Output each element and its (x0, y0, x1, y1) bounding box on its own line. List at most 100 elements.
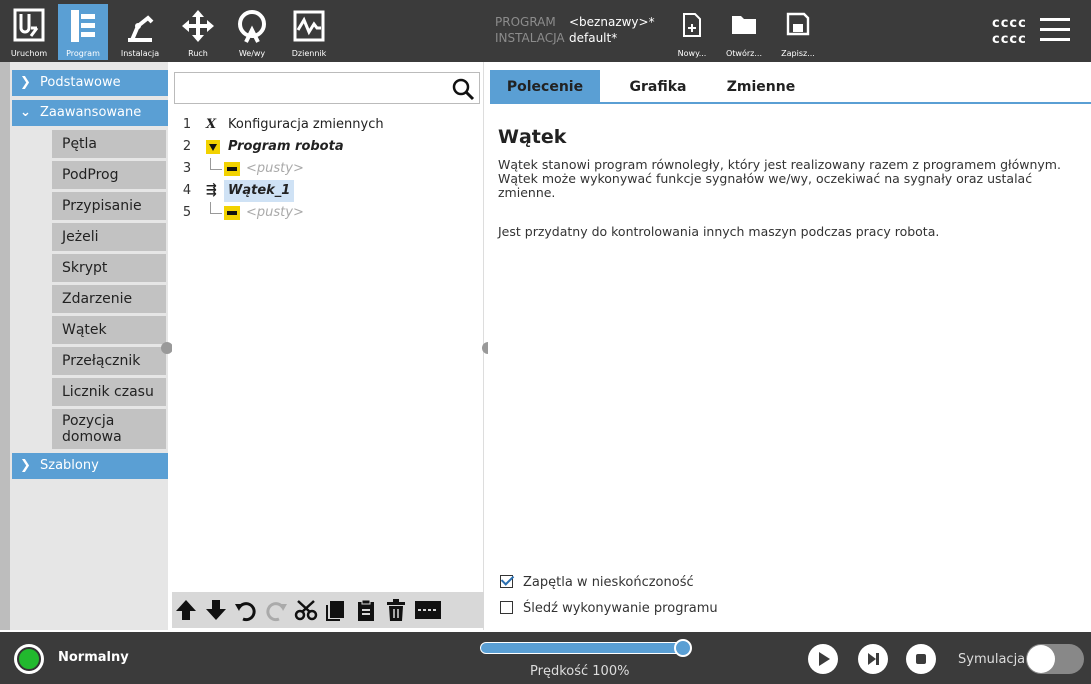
empty-node-icon (224, 162, 240, 176)
move-icon (182, 10, 214, 42)
tree-node-label: Konfiguracja zmiennych (228, 117, 384, 132)
simulation-label: Symulacja (958, 652, 1026, 667)
tree-row[interactable]: 1 X Konfiguracja zmiennych (172, 114, 484, 136)
row-number: 2 (182, 139, 192, 154)
tree-node-label: Program robota (228, 139, 344, 154)
save-button[interactable]: Zapisz... (772, 12, 824, 58)
paste-icon[interactable] (354, 598, 378, 622)
sidebar-item-assignment[interactable]: Przypisanie (52, 192, 166, 220)
simulation-toggle[interactable] (1026, 644, 1084, 674)
menu-icon[interactable] (1040, 18, 1070, 42)
sidebar-item-timer[interactable]: Licznik czasu (52, 378, 166, 406)
sidebar-item-if[interactable]: Jeżeli (52, 223, 166, 251)
nav-io[interactable]: We/wy (227, 4, 277, 60)
user-label: cccc cccc (992, 16, 1027, 48)
page-title: Wątek (498, 126, 567, 148)
undo-icon[interactable] (234, 598, 258, 622)
tree-row[interactable]: 3 <pusty> (172, 158, 484, 180)
sidebar-item-home[interactable]: Pozycja domowa (52, 409, 166, 449)
speed-label: Prędkość 100% (530, 664, 630, 679)
tree-connector (210, 158, 222, 170)
redo-icon[interactable] (264, 598, 288, 622)
delete-icon[interactable] (384, 598, 408, 622)
tree-row[interactable]: 4 ⇶ Wątek_1 (172, 180, 484, 202)
nav-io-label: We/wy (238, 49, 266, 58)
io-icon (238, 10, 266, 43)
stop-button[interactable] (906, 644, 936, 674)
tab-variables[interactable]: Zmienne (716, 70, 806, 104)
app-window: Uruchom Program Instalacja Ruch We/wy Dz… (0, 0, 1091, 684)
copy-icon[interactable] (324, 598, 348, 622)
category-templates-label: Szablony (40, 458, 99, 473)
nav-log[interactable]: Dziennik (284, 4, 334, 60)
sidebar-item-script[interactable]: Skrypt (52, 254, 166, 282)
save-label: Zapisz... (781, 49, 815, 58)
row-number: 4 (182, 183, 192, 198)
loop-forever-label: Zapętla w nieskończoność (523, 575, 694, 590)
row-number: 3 (182, 161, 192, 176)
tree-row[interactable]: 2 Program robota (172, 136, 484, 158)
open-button[interactable]: Otwórz... (718, 12, 770, 58)
nav-move[interactable]: Ruch (173, 4, 223, 60)
sidebar-item-switch[interactable]: Przełącznik (52, 347, 166, 375)
category-advanced[interactable]: ⌄ Zaawansowane (12, 100, 168, 126)
tab-command[interactable]: Polecenie (490, 70, 600, 104)
sidebar-item-subprog[interactable]: PodProg (52, 161, 166, 189)
loop-forever-option[interactable]: Zapętla w nieskończoność (500, 574, 694, 592)
nav-installation-label: Instalacja (120, 49, 160, 58)
suppress-icon[interactable] (414, 598, 442, 622)
collapse-arrow-icon[interactable] (206, 140, 220, 154)
category-basic[interactable]: ❯ Podstawowe (12, 70, 168, 96)
search-icon[interactable] (451, 77, 475, 101)
new-button[interactable]: Nowy... (666, 12, 718, 58)
empty-node-icon (224, 206, 240, 220)
program-key: PROGRAM (495, 15, 556, 29)
open-label: Otwórz... (726, 49, 762, 58)
installation-key: INSTALACJA (495, 31, 565, 45)
command-panel: Polecenie Grafika Zmienne Wątek Wątek st… (488, 62, 1091, 630)
move-up-icon[interactable] (174, 598, 198, 622)
tree-node-label: Wątek_1 (224, 180, 295, 202)
play-button[interactable] (808, 644, 838, 674)
trace-program-option[interactable]: Śledź wykonywanie programu (500, 600, 718, 618)
chevron-right-icon: ❯ (20, 458, 31, 473)
program-tree-panel: 1 X Konfiguracja zmiennych 2 Program rob… (172, 62, 484, 630)
row-number: 5 (182, 205, 192, 220)
top-bar: Uruchom Program Instalacja Ruch We/wy Dz… (0, 0, 1091, 62)
bottom-bar: Normalny Prędkość 100% Symulacja (0, 632, 1091, 684)
new-label: Nowy... (677, 49, 707, 58)
tab-graphics[interactable]: Grafika (608, 70, 708, 104)
sidebar-item-event[interactable]: Zdarzenie (52, 285, 166, 313)
tree-row[interactable]: 5 <pusty> (172, 202, 484, 224)
speed-slider-handle[interactable] (674, 639, 692, 657)
category-templates[interactable]: ❯ Szablony (12, 453, 168, 479)
user-line-2: cccc (992, 32, 1027, 47)
robot-status-icon[interactable] (14, 644, 44, 674)
speed-slider[interactable] (480, 642, 686, 654)
sidebar-item-thread[interactable]: Wątek (52, 316, 166, 344)
sidebar-item-loop[interactable]: Pętla (52, 130, 166, 158)
ur-logo-icon (13, 8, 45, 42)
robot-status-label: Normalny (58, 650, 129, 665)
tree-node-label: <pusty> (246, 161, 304, 176)
move-down-icon[interactable] (204, 598, 228, 622)
nav-run[interactable]: Uruchom (4, 4, 54, 60)
step-button[interactable] (858, 644, 888, 674)
program-info: PROGRAM <beznazwy>* INSTALACJA default* (495, 14, 655, 46)
tree-node-label: <pusty> (246, 205, 304, 220)
nav-program-label: Program (66, 49, 100, 58)
nav-installation[interactable]: Instalacja (115, 4, 165, 60)
trace-program-checkbox[interactable] (500, 601, 513, 614)
category-advanced-label: Zaawansowane (40, 105, 142, 120)
tree-toolbar (172, 592, 484, 628)
nav-program[interactable]: Program (58, 4, 108, 60)
cut-icon[interactable] (294, 598, 318, 622)
description-text: Wątek stanowi program równoległy, który … (498, 157, 1061, 200)
search-input[interactable] (174, 72, 480, 104)
new-file-icon (683, 13, 701, 37)
chevron-right-icon: ❯ (20, 75, 31, 90)
folder-icon (732, 16, 756, 34)
loop-forever-checkbox[interactable] (500, 575, 513, 588)
step-icon (868, 653, 879, 665)
play-icon (819, 652, 830, 666)
